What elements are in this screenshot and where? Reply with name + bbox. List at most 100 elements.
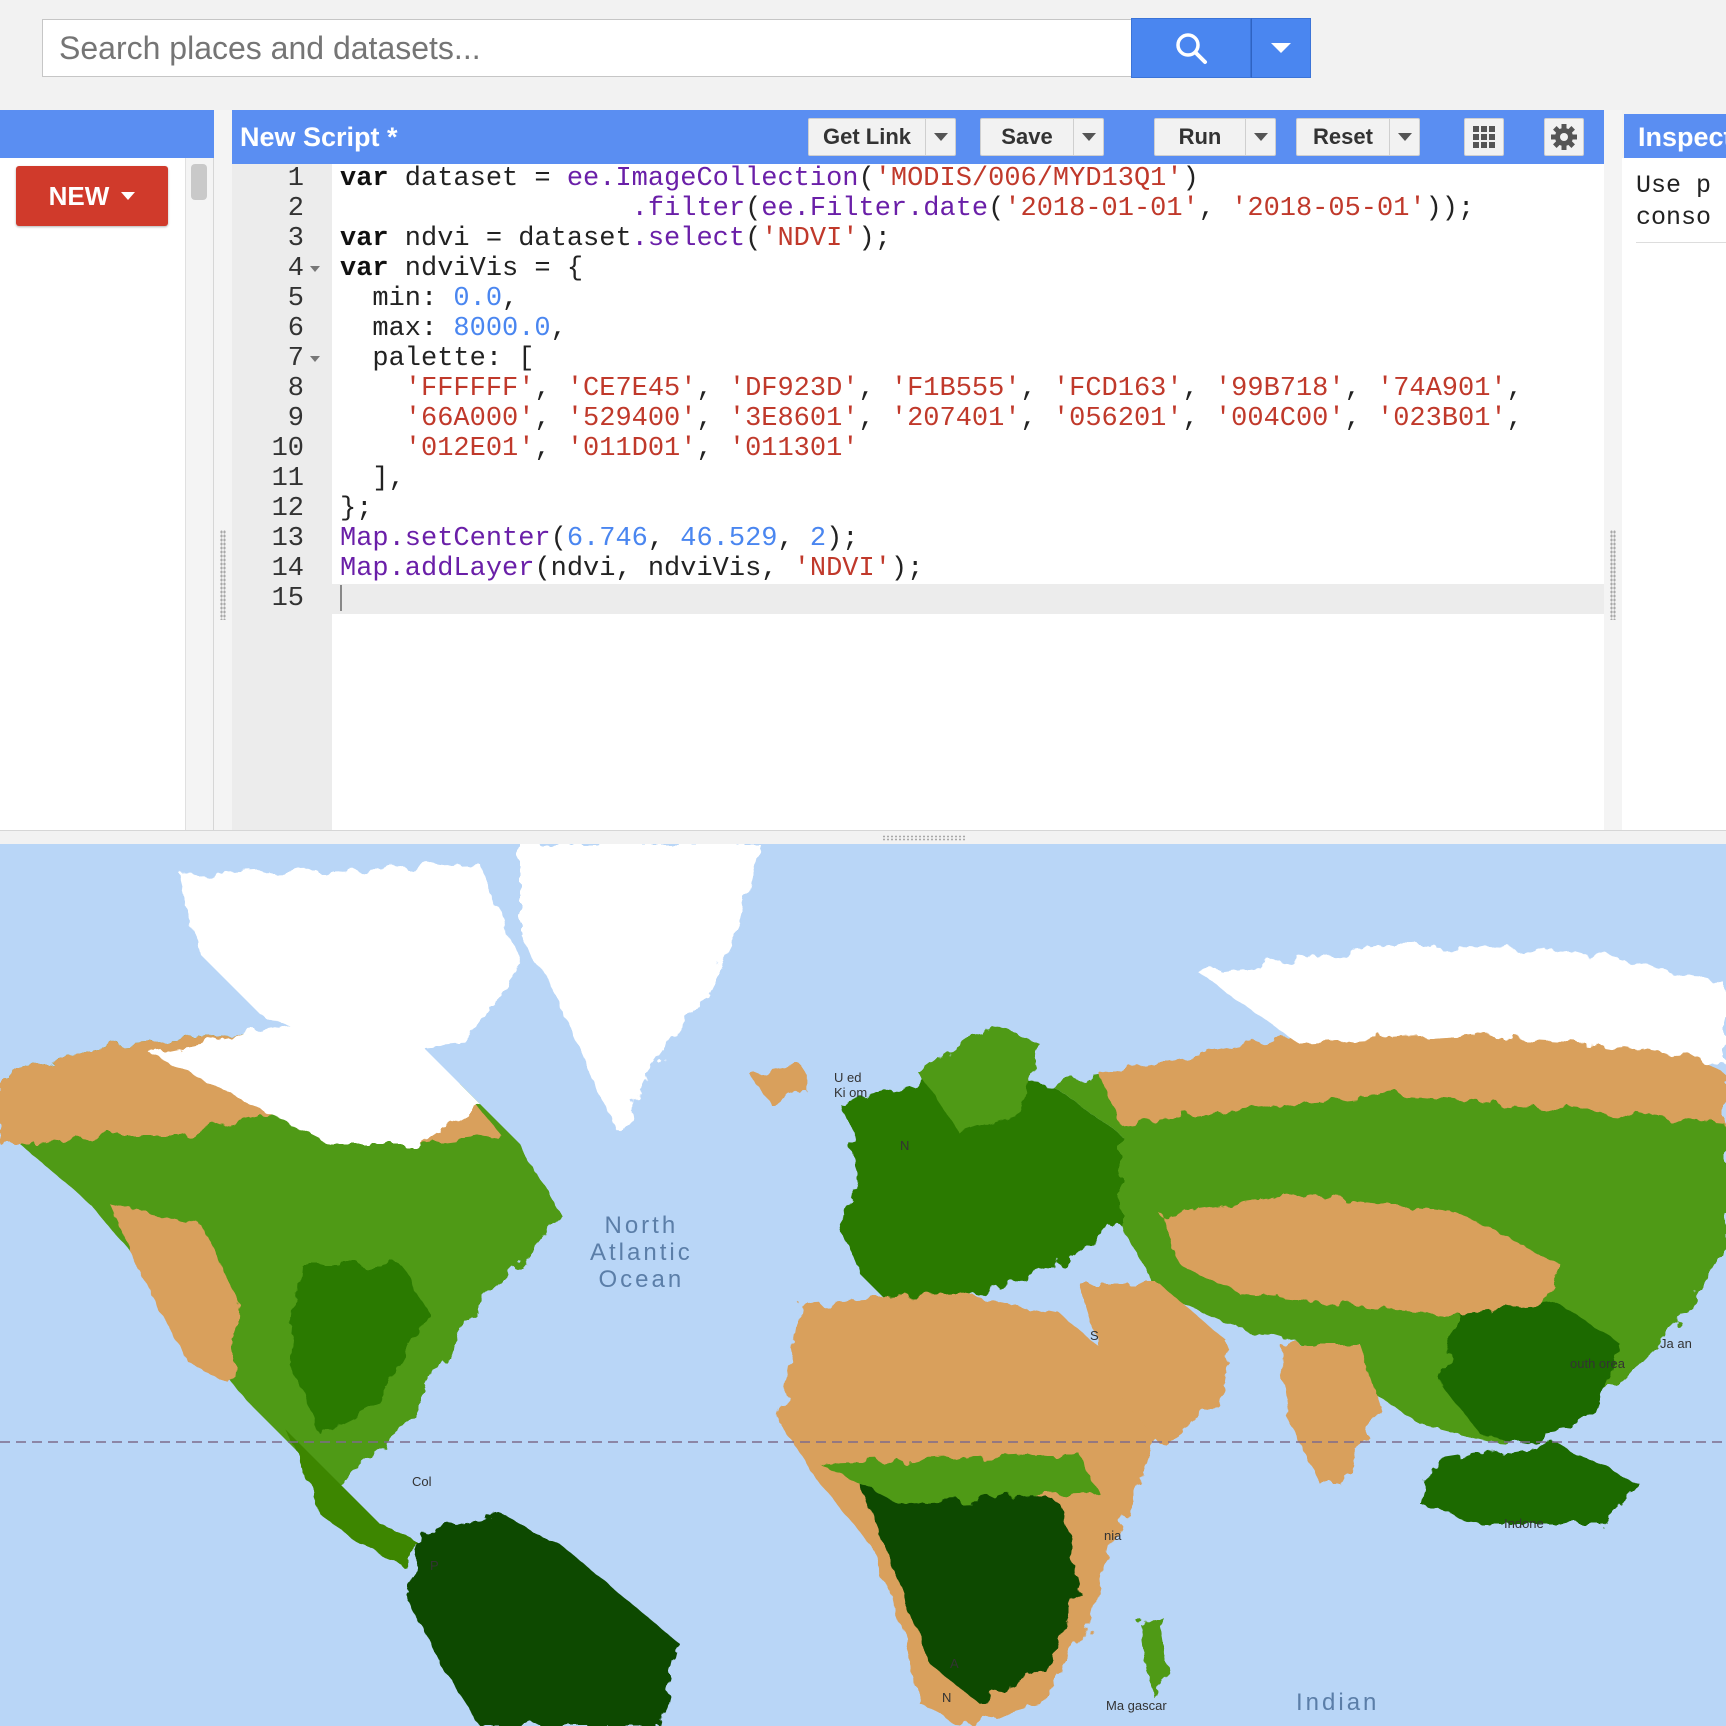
code-text: '66A000', '529400', '3E8601', '207401', … — [404, 404, 1523, 434]
map-view[interactable]: North Atlantic Ocean Indian U ed Ki om N… — [0, 844, 1726, 1726]
place-label-indonesia: Indone — [1504, 1516, 1544, 1531]
code-line[interactable]: 9 '66A000', '529400', '3E8601', '207401'… — [232, 404, 1604, 434]
text-cursor — [340, 584, 342, 611]
run-dropdown[interactable] — [1245, 119, 1275, 155]
get-link-button[interactable]: Get Link — [808, 118, 956, 156]
run-label: Run — [1178, 124, 1222, 149]
chevron-down-icon — [1081, 133, 1096, 141]
code-text: Map.setCenter(6.746, 46.529, 2); — [340, 524, 859, 554]
code-line[interactable]: 11 ], — [232, 464, 1604, 494]
place-label-s: S — [1090, 1328, 1099, 1343]
right-panel: Inspector Use p conso — [1622, 110, 1726, 830]
line-number: 4 — [287, 254, 304, 284]
place-label-colombia: Col — [412, 1474, 432, 1489]
code-line[interactable]: 4 var ndviVis = { — [232, 254, 1604, 284]
settings-button[interactable] — [1544, 118, 1584, 156]
scrollbar-thumb[interactable] — [191, 164, 207, 200]
ndvi-map-layer — [0, 844, 1726, 1726]
chevron-down-icon — [1397, 133, 1412, 141]
new-button[interactable]: NEW — [16, 166, 168, 226]
ocean-label-line: Atlantic — [590, 1239, 693, 1266]
code-text: min: 0.0, — [340, 284, 519, 314]
place-label-a: A — [950, 1656, 959, 1671]
drag-handle-icon — [220, 530, 226, 620]
place-label-japan: Ja an — [1660, 1336, 1692, 1351]
divider — [1636, 242, 1726, 243]
code-line[interactable]: 2 .filter(ee.Filter.date('2018-01-01', '… — [232, 194, 1604, 224]
code-text: ], — [340, 464, 405, 494]
code-line[interactable]: 12}; — [232, 494, 1604, 524]
place-label-n: N — [900, 1138, 910, 1153]
ocean-label-line: North — [604, 1212, 679, 1239]
get-link-dropdown[interactable] — [925, 119, 955, 155]
place-label-uk: U ed Ki om — [834, 1070, 867, 1100]
line-number: 14 — [271, 554, 304, 584]
code-text: var ndvi = dataset.select('NDVI'); — [340, 224, 891, 254]
scrollbar-track[interactable] — [185, 158, 213, 830]
line-number: 11 — [271, 464, 304, 494]
fold-arrow-icon[interactable] — [310, 266, 320, 272]
search-dropdown-button[interactable] — [1251, 18, 1311, 78]
search-button[interactable] — [1131, 18, 1251, 78]
grid-icon — [1473, 126, 1495, 148]
save-dropdown[interactable] — [1073, 119, 1103, 155]
line-number: 15 — [271, 584, 304, 614]
apps-button[interactable] — [1464, 118, 1504, 156]
ocean-label-line: Ocean — [598, 1266, 685, 1293]
iceland — [750, 1064, 810, 1104]
place-label-ethiopia: nia — [1104, 1528, 1122, 1543]
save-label: Save — [1001, 124, 1053, 149]
line-number: 12 — [271, 494, 304, 524]
inspector-hint: Use p conso — [1636, 170, 1726, 234]
line-number: 2 — [287, 194, 304, 224]
gear-icon — [1551, 124, 1577, 150]
tab-inspector[interactable]: Inspector — [1624, 114, 1726, 158]
india — [1280, 1344, 1380, 1484]
editor-header: New Script * Get Link Save Run Reset — [232, 110, 1604, 164]
left-splitter[interactable] — [214, 110, 232, 830]
code-line[interactable]: 5 min: 0.0, — [232, 284, 1604, 314]
code-area[interactable]: 1 var dataset = ee.ImageCollection('MODIS… — [232, 164, 1604, 830]
line-number: 1 — [287, 164, 304, 194]
chevron-down-icon — [121, 192, 136, 200]
right-splitter[interactable] — [1604, 110, 1622, 830]
madagascar — [1140, 1614, 1170, 1694]
code-text: max: 8000.0, — [340, 314, 567, 344]
drag-handle-icon — [882, 835, 966, 841]
drag-handle-icon — [1610, 530, 1616, 620]
map-splitter[interactable] — [0, 830, 1726, 844]
place-label-line: U ed — [834, 1070, 862, 1085]
script-title: New Script * — [240, 122, 398, 152]
ocean-label-north-atlantic: North Atlantic Ocean — [590, 1212, 693, 1293]
code-text: .filter(ee.Filter.date('2018-01-01', '20… — [631, 194, 1475, 224]
search-icon — [1176, 33, 1207, 64]
code-line[interactable]: 1 var dataset = ee.ImageCollection('MODIS… — [232, 164, 1604, 194]
left-panel: NEW — [0, 110, 214, 830]
reset-dropdown[interactable] — [1389, 119, 1419, 155]
line-number: 7 — [287, 344, 304, 374]
place-label-p: P — [430, 1558, 439, 1573]
code-text: palette: [ — [340, 344, 535, 374]
line-number: 3 — [287, 224, 304, 254]
code-line[interactable]: 13 Map.setCenter(6.746, 46.529, 2); — [232, 524, 1604, 554]
code-line[interactable]: 7 palette: [ — [232, 344, 1604, 374]
run-button[interactable]: Run — [1154, 118, 1276, 156]
code-line[interactable]: 14 Map.addLayer(ndvi, ndviVis, 'NDVI'); — [232, 554, 1604, 584]
code-line[interactable]: 8 'FFFFFF', 'CE7E45', 'DF923D', 'F1B555'… — [232, 374, 1604, 404]
get-link-label: Get Link — [822, 124, 911, 149]
code-text: 'FFFFFF', 'CE7E45', 'DF923D', 'F1B555', … — [404, 374, 1523, 404]
search-input[interactable] — [42, 19, 1132, 77]
code-line[interactable]: 6 max: 8000.0, — [232, 314, 1604, 344]
code-line[interactable]: 3 var ndvi = dataset.select('NDVI'); — [232, 224, 1604, 254]
code-line[interactable]: 15 — [232, 584, 1604, 614]
save-button[interactable]: Save — [980, 118, 1104, 156]
left-panel-header — [0, 110, 214, 158]
code-line[interactable]: 10 '012E01', '011D01', '011301' — [232, 434, 1604, 464]
greenland — [520, 844, 760, 1134]
indonesia — [1420, 1444, 1640, 1524]
fold-arrow-icon[interactable] — [310, 356, 320, 362]
reset-button[interactable]: Reset — [1296, 118, 1420, 156]
place-label-n2: N — [942, 1690, 952, 1705]
code-text: }; — [340, 494, 373, 524]
chevron-down-icon — [1271, 43, 1291, 53]
